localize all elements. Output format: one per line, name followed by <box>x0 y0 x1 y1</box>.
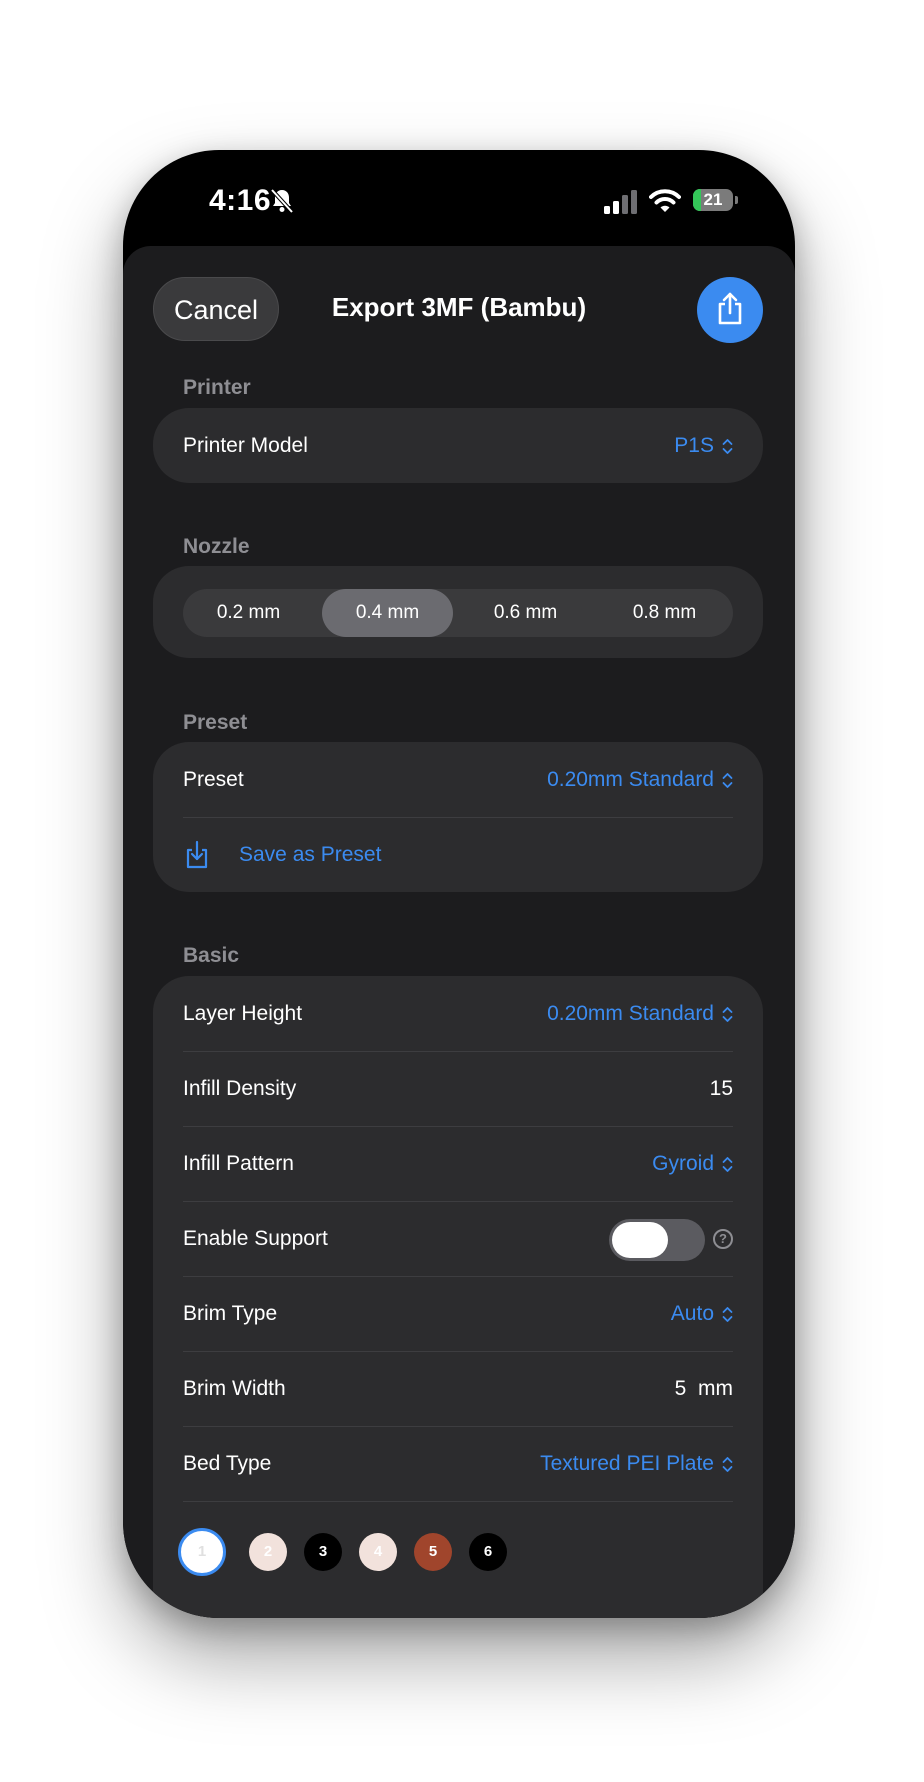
section-label-printer: Printer <box>183 376 251 399</box>
bed-type-label: Bed Type <box>183 1452 272 1475</box>
infill-density-label: Infill Density <box>183 1077 297 1100</box>
filament-swatch-1[interactable]: 1 <box>178 1528 226 1576</box>
toggle-knob <box>612 1222 668 1258</box>
status-time: 4:16 <box>209 184 272 217</box>
section-label-preset: Preset <box>183 711 248 734</box>
filament-swatch-5[interactable]: 5 <box>414 1533 452 1571</box>
filament-swatch-row: 1 2 3 4 5 6 <box>178 1528 733 1576</box>
enable-support-toggle[interactable] <box>609 1219 705 1261</box>
preset-card: Preset 0.20mm Standard Save as Preset <box>153 742 763 892</box>
preset-picker[interactable]: 0.20mm Standard <box>547 742 733 817</box>
printer-model-row[interactable]: Printer Model P1S <box>183 408 733 483</box>
chevron-up-down-icon <box>722 1157 733 1172</box>
status-bar: 4:16 21 <box>123 150 795 246</box>
bell-slash-icon <box>270 188 294 214</box>
nozzle-segmented-control: 0.2 mm 0.4 mm 0.6 mm 0.8 mm <box>183 589 733 637</box>
chevron-up-down-icon <box>722 1307 733 1322</box>
filament-swatch-3[interactable]: 3 <box>304 1533 342 1571</box>
battery-icon: 21 <box>693 189 733 211</box>
wifi-icon <box>649 189 681 212</box>
cellular-signal-icon <box>604 190 637 214</box>
infill-pattern-row[interactable]: Infill Pattern Gyroid <box>183 1126 733 1201</box>
share-icon <box>718 292 742 325</box>
battery-percent: 21 <box>703 190 723 209</box>
bed-type-picker[interactable]: Textured PEI Plate <box>540 1426 733 1501</box>
section-label-basic: Basic <box>183 944 240 967</box>
bed-type-row[interactable]: Bed Type Textured PEI Plate <box>183 1426 733 1501</box>
chevron-up-down-icon <box>722 1457 733 1472</box>
infill-density-field[interactable]: 15 <box>710 1051 733 1126</box>
basic-card: Layer Height 0.20mm Standard Infill Dens… <box>153 976 763 1618</box>
brim-width-label: Brim Width <box>183 1377 286 1400</box>
chevron-up-down-icon <box>722 1007 733 1022</box>
nozzle-card: 0.2 mm 0.4 mm 0.6 mm 0.8 mm <box>153 566 763 658</box>
brim-type-row[interactable]: Brim Type Auto <box>183 1276 733 1351</box>
preset-label: Preset <box>183 768 244 791</box>
share-button[interactable] <box>697 277 763 343</box>
infill-pattern-picker[interactable]: Gyroid <box>652 1126 733 1201</box>
enable-support-label: Enable Support <box>183 1227 328 1250</box>
battery-tip <box>735 196 738 204</box>
brim-width-row: Brim Width 5 mm <box>183 1351 733 1426</box>
help-icon[interactable]: ? <box>713 1229 733 1249</box>
infill-pattern-label: Infill Pattern <box>183 1152 294 1175</box>
preset-value: 0.20mm Standard <box>547 768 714 791</box>
infill-pattern-value: Gyroid <box>652 1152 714 1175</box>
chevron-up-down-icon <box>722 439 733 454</box>
filament-swatch-2[interactable]: 2 <box>249 1533 287 1571</box>
divider <box>183 1501 733 1502</box>
preset-row[interactable]: Preset 0.20mm Standard <box>183 742 733 817</box>
brim-type-label: Brim Type <box>183 1302 278 1325</box>
save-as-preset-button[interactable]: Save as Preset <box>183 817 733 892</box>
bed-type-value: Textured PEI Plate <box>540 1452 714 1475</box>
layer-height-picker[interactable]: 0.20mm Standard <box>547 976 733 1051</box>
export-sheet: Cancel Export 3MF (Bambu) Printer Printe… <box>123 246 795 1618</box>
save-as-preset-label: Save as Preset <box>239 843 382 866</box>
nozzle-option-0-4[interactable]: 0.4 mm <box>322 589 453 637</box>
layer-height-label: Layer Height <box>183 1002 303 1025</box>
brim-type-picker[interactable]: Auto <box>671 1276 733 1351</box>
printer-model-value: P1S <box>674 434 714 457</box>
enable-support-row: Enable Support ? <box>183 1201 733 1276</box>
filament-swatch-6[interactable]: 6 <box>469 1533 507 1571</box>
printer-card: Printer Model P1S <box>153 408 763 483</box>
nozzle-option-0-2[interactable]: 0.2 mm <box>183 589 314 637</box>
nozzle-option-0-8[interactable]: 0.8 mm <box>599 589 730 637</box>
sheet-title: Export 3MF (Bambu) <box>331 292 587 322</box>
infill-density-row: Infill Density 15 <box>183 1051 733 1126</box>
nozzle-option-0-6[interactable]: 0.6 mm <box>460 589 591 637</box>
phone-frame: 4:16 21 Cancel Export 3MF (Bambu) Printe… <box>123 150 795 1618</box>
brim-type-value: Auto <box>670 1302 714 1325</box>
section-label-nozzle: Nozzle <box>183 535 250 558</box>
filament-swatch-4[interactable]: 4 <box>359 1533 397 1571</box>
save-tray-icon <box>186 840 208 869</box>
layer-height-value: 0.20mm Standard <box>547 1002 714 1025</box>
layer-height-row[interactable]: Layer Height 0.20mm Standard <box>183 976 733 1051</box>
printer-model-label: Printer Model <box>183 434 308 457</box>
brim-width-field[interactable]: 5 mm <box>675 1351 733 1426</box>
printer-model-picker[interactable]: P1S <box>674 408 733 483</box>
chevron-up-down-icon <box>722 773 733 788</box>
